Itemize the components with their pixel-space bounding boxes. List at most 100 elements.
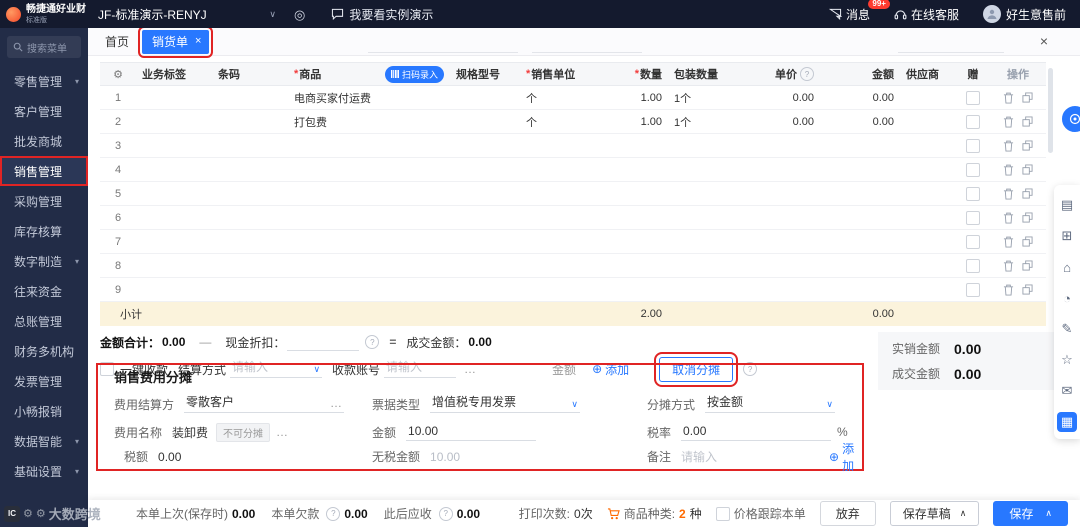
gift-checkbox[interactable] — [966, 162, 980, 177]
table-row[interactable]: 2 打包费 个 1.00 1个 0.00 0.00 — [100, 110, 1046, 134]
cell-spec[interactable] — [450, 230, 520, 253]
cell-unit[interactable]: 个 — [520, 86, 600, 109]
cell-tag[interactable] — [136, 206, 212, 229]
cell-tag[interactable] — [136, 278, 212, 301]
tab-home[interactable]: 首页 — [96, 30, 138, 53]
cell-amount[interactable] — [820, 134, 900, 157]
delete-row-icon[interactable] — [1003, 284, 1014, 296]
table-row[interactable]: 7 — [100, 230, 1046, 254]
table-row[interactable]: 9 — [100, 278, 1046, 302]
cell-barcode[interactable] — [212, 206, 288, 229]
table-row[interactable]: 1 电商买家付运费 个 1.00 1个 0.00 0.00 — [100, 86, 1046, 110]
table-row[interactable]: 6 — [100, 206, 1046, 230]
save-draft-button[interactable]: 保存草稿 ∧ — [889, 501, 980, 526]
cell-tag[interactable] — [136, 86, 212, 109]
copy-row-icon[interactable] — [1022, 140, 1033, 151]
cell-amount[interactable] — [820, 254, 900, 277]
help-icon[interactable]: ? — [438, 506, 453, 521]
cell-barcode[interactable] — [212, 254, 288, 277]
sidebar-search-input[interactable]: 搜索菜单 — [7, 36, 81, 58]
cell-pack[interactable] — [668, 230, 740, 253]
cell-spec[interactable] — [450, 206, 520, 229]
close-tab-icon[interactable]: × — [195, 35, 201, 47]
column-settings-gear-icon[interactable]: ⚙ — [113, 68, 123, 81]
orders-icon[interactable]: ▤ — [1057, 192, 1077, 218]
invoice-icon[interactable]: ⊞ — [1057, 223, 1077, 249]
cell-amount[interactable]: 0.00 — [820, 110, 900, 133]
cell-product[interactable] — [288, 230, 450, 253]
cell-price[interactable] — [740, 134, 820, 157]
sidebar-menu-item[interactable]: 总账管理 ▾ — [0, 306, 88, 336]
table-row[interactable]: 3 — [100, 134, 1046, 158]
cell-pack[interactable] — [668, 278, 740, 301]
cell-tag[interactable] — [136, 254, 212, 277]
table-row[interactable]: 4 — [100, 158, 1046, 182]
tab-sales-order[interactable]: 销货单 × — [137, 25, 214, 58]
delete-row-icon[interactable] — [1003, 212, 1014, 224]
cell-pack[interactable] — [668, 206, 740, 229]
cell-price[interactable]: 0.00 — [740, 86, 820, 109]
cell-qty[interactable] — [600, 230, 668, 253]
cell-barcode[interactable] — [212, 134, 288, 157]
cell-qty[interactable] — [600, 182, 668, 205]
online-support-button[interactable]: 在线客服 — [894, 6, 959, 23]
save-button[interactable]: 保存 ∧ — [993, 501, 1068, 526]
cell-unit[interactable] — [520, 254, 600, 277]
cell-supplier[interactable] — [900, 158, 956, 181]
sidebar-menu-item[interactable]: 批发商城 ▾ — [0, 126, 88, 156]
cell-qty[interactable] — [600, 158, 668, 181]
cell-pack[interactable] — [668, 182, 740, 205]
add-fee-link[interactable]: ⊕ 添加 — [829, 440, 860, 474]
favorite-icon[interactable]: ☆ — [1057, 347, 1077, 373]
sidebar-menu-item[interactable]: 小畅报销 ▾ — [0, 396, 88, 426]
copy-row-icon[interactable] — [1022, 284, 1033, 295]
store-icon[interactable]: ⌂ — [1057, 254, 1077, 280]
cell-tag[interactable] — [136, 182, 212, 205]
cell-product[interactable] — [288, 134, 450, 157]
sidebar-menu-item[interactable]: 销售管理 ▾ — [0, 156, 88, 186]
discard-button[interactable]: 放弃 — [819, 501, 876, 526]
gift-checkbox[interactable] — [966, 138, 980, 153]
cell-unit[interactable] — [520, 182, 600, 205]
help-icon[interactable]: ? — [326, 506, 341, 521]
cell-pack[interactable]: 1个 — [668, 86, 740, 109]
cell-pack[interactable] — [668, 158, 740, 181]
gift-checkbox[interactable] — [966, 90, 980, 105]
copy-row-icon[interactable] — [1022, 236, 1033, 247]
cell-amount[interactable] — [820, 278, 900, 301]
cell-supplier[interactable] — [900, 182, 956, 205]
cell-price[interactable] — [740, 230, 820, 253]
sidebar-menu-item[interactable]: 基础设置 ▾ — [0, 456, 88, 486]
cell-price[interactable] — [740, 206, 820, 229]
edit-icon[interactable]: ✎ — [1057, 316, 1077, 342]
copy-row-icon[interactable] — [1022, 164, 1033, 175]
cell-qty[interactable]: 1.00 — [600, 110, 668, 133]
cell-amount[interactable] — [820, 158, 900, 181]
cell-product[interactable]: 电商买家付运费 — [288, 86, 450, 109]
cell-qty[interactable]: 1.00 — [600, 86, 668, 109]
vertical-scrollbar[interactable] — [1048, 68, 1053, 153]
help-icon[interactable]: ? — [800, 67, 814, 81]
delete-row-icon[interactable] — [1003, 164, 1014, 176]
copy-row-icon[interactable] — [1022, 92, 1033, 103]
cell-tag[interactable] — [136, 230, 212, 253]
cell-supplier[interactable] — [900, 134, 956, 157]
delete-row-icon[interactable] — [1003, 92, 1014, 104]
cell-amount[interactable] — [820, 230, 900, 253]
sidebar-menu-item[interactable]: 采购管理 ▾ — [0, 186, 88, 216]
copy-row-icon[interactable] — [1022, 212, 1033, 223]
sidebar-menu-item[interactable]: 零售管理 ▾ — [0, 66, 88, 96]
cell-product[interactable] — [288, 278, 450, 301]
demo-link[interactable]: 我要看实例演示 — [331, 6, 433, 23]
copy-row-icon[interactable] — [1022, 188, 1033, 199]
cell-spec[interactable] — [450, 134, 520, 157]
cell-spec[interactable] — [450, 278, 520, 301]
cell-qty[interactable] — [600, 134, 668, 157]
help-icon[interactable]: ? — [365, 335, 380, 349]
table-row[interactable]: 5 — [100, 182, 1046, 206]
cell-product[interactable]: 打包费 — [288, 110, 450, 133]
cell-spec[interactable] — [450, 182, 520, 205]
sidebar-menu-item[interactable]: 财务多机构 ▾ — [0, 336, 88, 366]
cell-supplier[interactable] — [900, 278, 956, 301]
price-track-checkbox[interactable] — [715, 506, 730, 521]
